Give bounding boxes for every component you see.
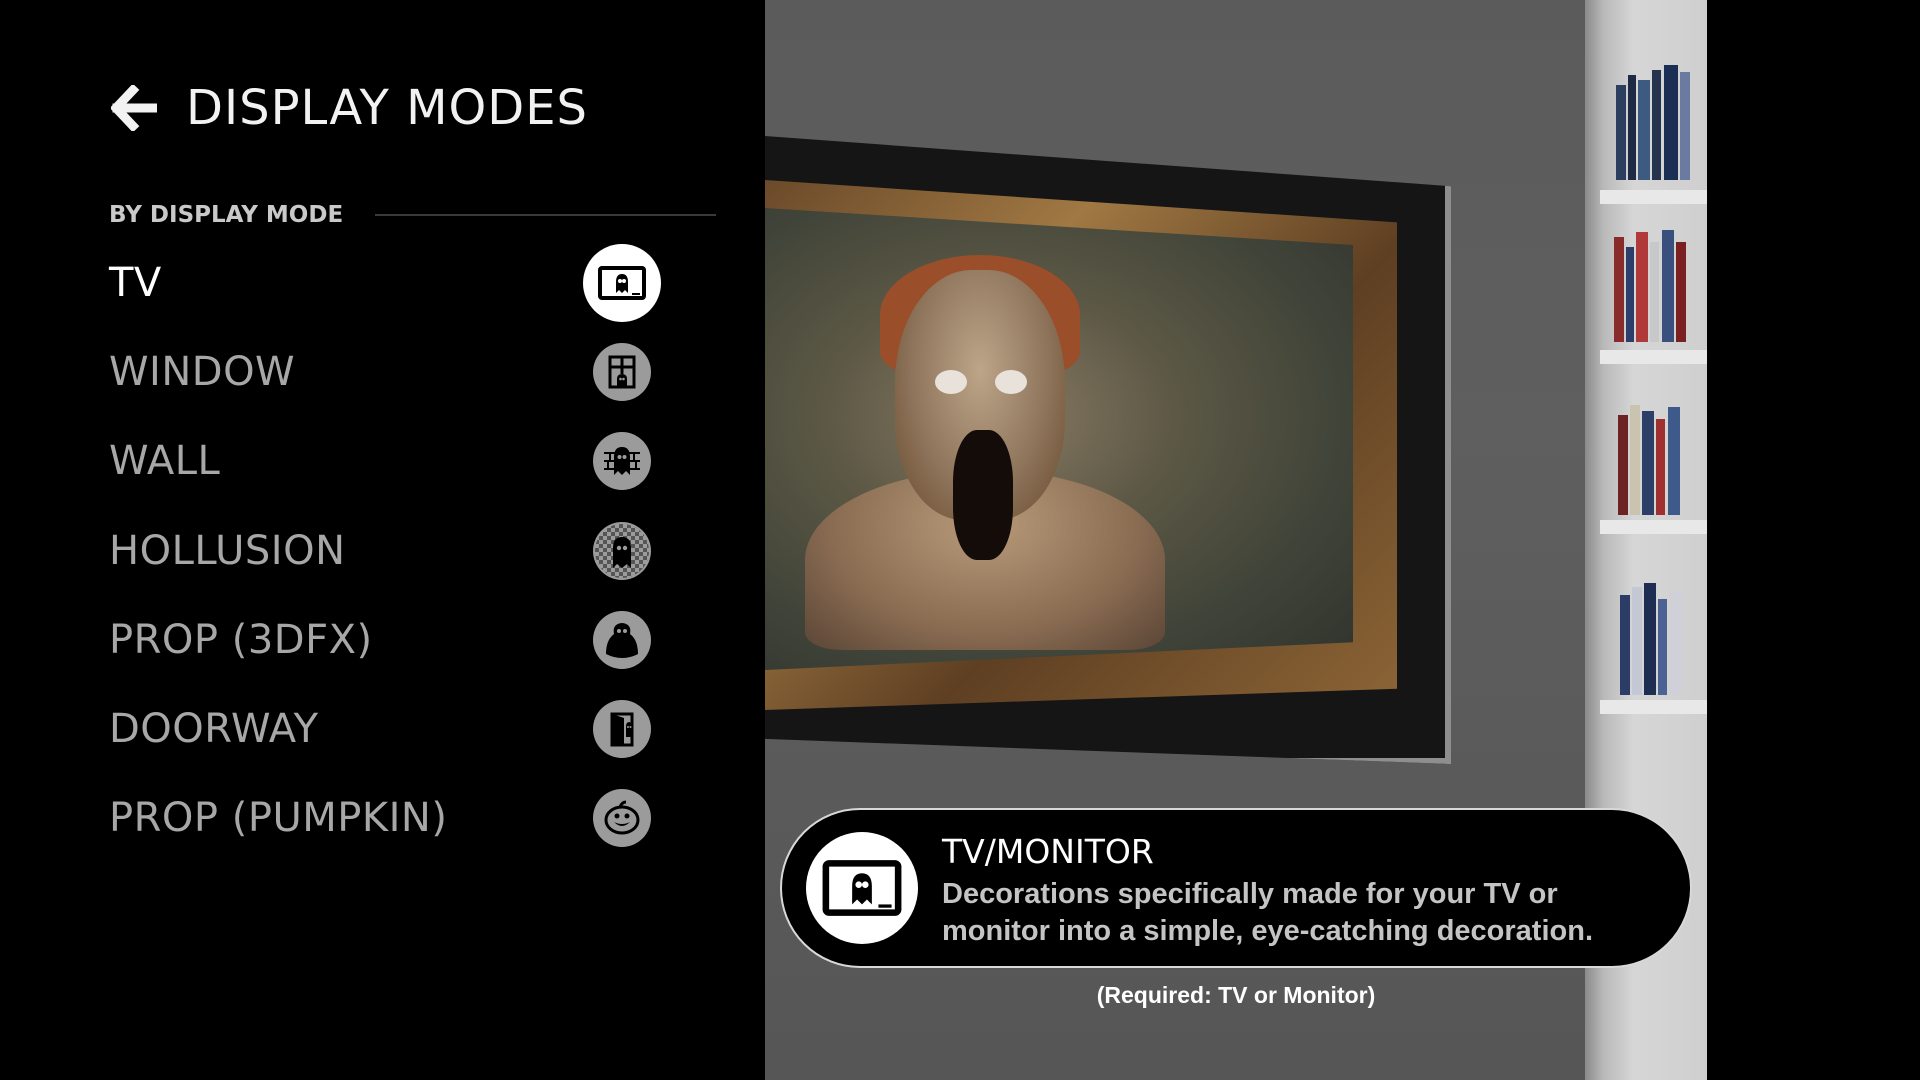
mode-label: HOLLUSION: [109, 527, 346, 574]
wall-ghost-icon: [593, 432, 651, 491]
mode-label: TV: [109, 259, 162, 306]
display-modes-screen: DISPLAY MODES BY DISPLAY MODE TV WINDOW …: [0, 0, 1920, 1080]
menu-panel: DISPLAY MODES BY DISPLAY MODE TV WINDOW …: [0, 0, 765, 1080]
back-button[interactable]: [108, 82, 160, 134]
mode-item-doorway[interactable]: DOORWAY: [109, 684, 669, 773]
mode-label: PROP (3DFX): [109, 616, 373, 663]
shelf-board: [1600, 700, 1707, 714]
figure-eye: [995, 370, 1027, 394]
info-description: Decorations specifically made for your T…: [942, 878, 1593, 947]
section-label: BY DISPLAY MODE: [109, 202, 344, 228]
mode-item-prop-pumpkin[interactable]: PROP (PUMPKIN): [109, 774, 669, 863]
shelf-board: [1600, 190, 1707, 204]
shelf-board: [1600, 520, 1707, 534]
page-title: DISPLAY MODES: [186, 80, 589, 136]
prop-ghost-icon: [593, 610, 651, 669]
mode-item-tv[interactable]: TV: [109, 238, 669, 327]
section-header: BY DISPLAY MODE: [109, 200, 716, 230]
shelf-board: [1600, 350, 1707, 364]
right-margin: [1707, 0, 1920, 1080]
books: [1610, 395, 1707, 515]
mode-item-wall[interactable]: WALL: [109, 417, 669, 506]
mode-label: PROP (PUMPKIN): [109, 795, 448, 842]
mode-label: DOORWAY: [109, 706, 319, 753]
mode-label: WINDOW: [109, 348, 296, 395]
arrow-left-icon: [111, 85, 157, 131]
requirement-note: (Required: TV or Monitor): [1096, 982, 1376, 1008]
window-ghost-icon: [593, 342, 651, 401]
tv-ghost-icon: [583, 243, 661, 322]
mode-list: TV WINDOW WALL HOLLUSION PROP (3DFX) DOO…: [109, 238, 669, 863]
mode-info-card: TV/MONITOR Decorations specifically made…: [780, 808, 1692, 968]
mode-item-hollusion[interactable]: HOLLUSION: [109, 506, 669, 595]
header: DISPLAY MODES: [108, 78, 588, 138]
mode-item-prop-3dfx[interactable]: PROP (3DFX): [109, 595, 669, 684]
figure-mouth: [953, 430, 1013, 560]
books: [1610, 222, 1707, 342]
pumpkin-icon: [593, 789, 651, 848]
tv-ghost-icon: [806, 832, 918, 944]
hollusion-ghost-icon: [593, 521, 651, 580]
mode-item-window[interactable]: WINDOW: [109, 327, 669, 416]
section-divider: [375, 214, 716, 216]
doorway-ghost-icon: [593, 700, 651, 759]
books: [1610, 575, 1707, 695]
books: [1610, 60, 1707, 180]
info-title: TV/MONITOR: [942, 832, 1154, 871]
figure-eye: [935, 370, 967, 394]
mode-label: WALL: [109, 438, 221, 485]
